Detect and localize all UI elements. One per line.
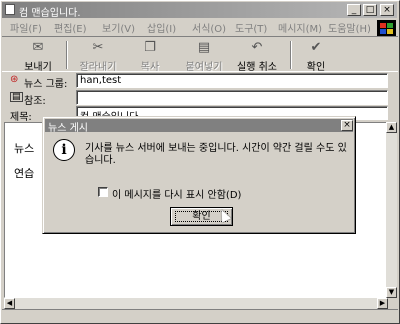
dialog-message: 기사를 뉴스 서버에 보내는 중입니다. 시간이 약간 걸릴 수도 있습니다.: [85, 143, 347, 166]
vertical-scrollbar[interactable]: ▲ ▼: [386, 122, 397, 298]
title-bar[interactable]: 컴 맨습입니다. _ □ ×: [2, 2, 397, 19]
menu-file[interactable]: 파일(F): [10, 20, 42, 35]
undo-label: 실행 취소: [237, 62, 277, 73]
close-button[interactable]: ×: [380, 4, 394, 16]
dialog-close-button[interactable]: ×: [341, 120, 353, 131]
news-posting-dialog: 뉴스 게시 × i 기사를 뉴스 서버에 보내는 중입니다. 시간이 약간 걸릴…: [42, 116, 356, 234]
scroll-right-button[interactable]: ▶: [377, 298, 388, 309]
cut-label: 잘라내기: [79, 62, 117, 73]
scroll-left-button[interactable]: ◀: [4, 298, 15, 309]
send-label: 보내기: [24, 62, 52, 73]
minimize-button[interactable]: _: [347, 4, 361, 16]
cc-label: 참조:: [24, 96, 46, 107]
copy-label: 복사: [140, 62, 160, 73]
menu-bar: 파일(F) 편집(E) 보기(V) 삽입(I) 서식(O) 도구(T) 메시지(…: [2, 18, 372, 35]
send-icon: ✉: [32, 40, 44, 55]
undo-button[interactable]: ↶ 실행 취소: [232, 39, 282, 73]
menu-insert[interactable]: 삽입(I): [147, 20, 176, 35]
newsgroups-label: 뉴스 그룹:: [24, 79, 68, 90]
scroll-down-button[interactable]: ▼: [386, 287, 397, 298]
newsgroups-field[interactable]: han,test: [76, 73, 388, 88]
menu-message[interactable]: 메시지(M): [278, 20, 322, 35]
menu-edit[interactable]: 편집(E): [54, 20, 87, 35]
cc-field[interactable]: [76, 90, 388, 105]
menu-tools[interactable]: 도구(T): [235, 20, 267, 35]
dont-show-again-checkbox[interactable]: [98, 187, 108, 197]
subject-label: 제목:: [10, 112, 32, 123]
paste-button[interactable]: ▤ 붙여넣기: [182, 39, 226, 73]
paste-label: 붙여넣기: [185, 62, 223, 73]
copy-icon: ❐: [144, 40, 156, 55]
check-label: 확인: [306, 62, 326, 73]
toolbar-separator: [290, 41, 292, 69]
body-text-line: 뉴스: [14, 142, 35, 155]
body-text-line: 연습: [14, 167, 35, 180]
newsgroup-icon: ⊛: [10, 74, 19, 85]
send-button[interactable]: ✉ 보내기: [20, 39, 56, 73]
cc-icon: ▤: [10, 92, 23, 102]
toolbar-separator: [66, 41, 68, 69]
info-icon: i: [53, 139, 75, 161]
copy-button[interactable]: ❐ 복사: [132, 39, 168, 73]
window-title: 컴 맨습입니다.: [19, 8, 81, 19]
undo-icon: ↶: [251, 40, 263, 55]
toolbar: ✉ 보내기 ✂ 잘라내기 ❐ 복사 ▤ 붙여넣기 ↶ 실행 취소 ✔ 확인: [2, 36, 398, 73]
dialog-title-bar[interactable]: 뉴스 게시 ×: [45, 119, 353, 134]
windows-logo-icon: [377, 20, 396, 36]
horizontal-scrollbar[interactable]: ◀ ▶: [4, 298, 388, 309]
dont-show-again-label[interactable]: 이 메시지를 다시 표시 안함(D): [112, 186, 241, 201]
maximize-button[interactable]: □: [363, 4, 377, 16]
paste-icon: ▤: [197, 40, 211, 55]
menu-help[interactable]: 도움말(H): [328, 20, 371, 35]
menu-format[interactable]: 서식(O): [192, 20, 226, 35]
message-icon: [5, 4, 15, 15]
check-names-icon: ✔: [310, 40, 322, 55]
dialog-title: 뉴스 게시: [48, 123, 88, 134]
cut-button[interactable]: ✂ 잘라내기: [76, 39, 120, 73]
status-bar: [2, 309, 398, 322]
menu-view[interactable]: 보기(V): [102, 20, 135, 35]
scissors-icon: ✂: [92, 40, 104, 55]
scroll-up-button[interactable]: ▲: [386, 122, 397, 133]
check-names-button[interactable]: ✔ 확인: [300, 39, 332, 73]
